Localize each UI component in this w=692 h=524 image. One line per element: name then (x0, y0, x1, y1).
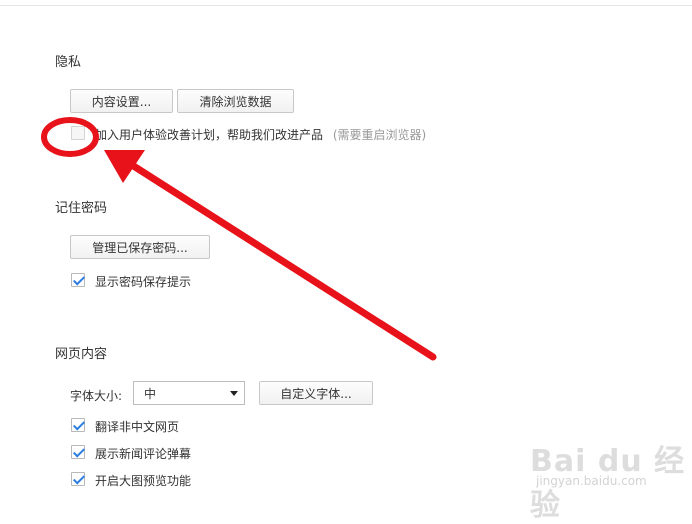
content-settings-button[interactable]: 内容设置... (70, 89, 173, 113)
translate-pages-checkbox[interactable] (71, 418, 85, 432)
image-preview-checkbox[interactable] (71, 472, 85, 486)
privacy-heading: 隐私 (55, 55, 82, 70)
top-divider (0, 5, 692, 6)
image-preview-label: 开启大图预览功能 (95, 474, 192, 488)
passwords-heading: 记住密码 (55, 201, 108, 216)
watermark-url: jingyan.baidu.com (536, 474, 647, 488)
clear-browsing-data-button[interactable]: 清除浏览数据 (177, 89, 294, 113)
join-program-label: 加入用户体验改善计划，帮助我们改进产品 (需要重启浏览器) (95, 126, 426, 143)
annotation-circle (41, 117, 99, 157)
translate-pages-label: 翻译非中文网页 (95, 420, 180, 434)
font-size-label: 字体大小: (70, 389, 123, 403)
news-comments-checkbox[interactable] (71, 445, 85, 459)
chevron-down-icon (230, 391, 238, 396)
show-password-prompt-checkbox[interactable] (71, 273, 85, 287)
baidu-watermark: Bai du 经验 jingyan.baidu.com (530, 436, 686, 523)
restart-note: (需要重启浏览器) (332, 128, 427, 142)
join-program-text: 加入用户体验改善计划，帮助我们改进产品 (95, 128, 324, 142)
font-size-select[interactable]: 中 (133, 381, 245, 405)
join-program-checkbox[interactable] (71, 126, 85, 140)
manage-passwords-button[interactable]: 管理已保存密码... (70, 235, 210, 259)
annotation-arrow-head (104, 150, 145, 183)
font-size-value: 中 (144, 386, 157, 401)
news-comments-label: 展示新闻评论弹幕 (95, 447, 192, 461)
show-password-prompt-label: 显示密码保存提示 (95, 275, 192, 289)
annotation-arrow-shaft (128, 161, 437, 361)
custom-fonts-button[interactable]: 自定义字体... (259, 381, 373, 405)
web-content-heading: 网页内容 (55, 347, 108, 362)
